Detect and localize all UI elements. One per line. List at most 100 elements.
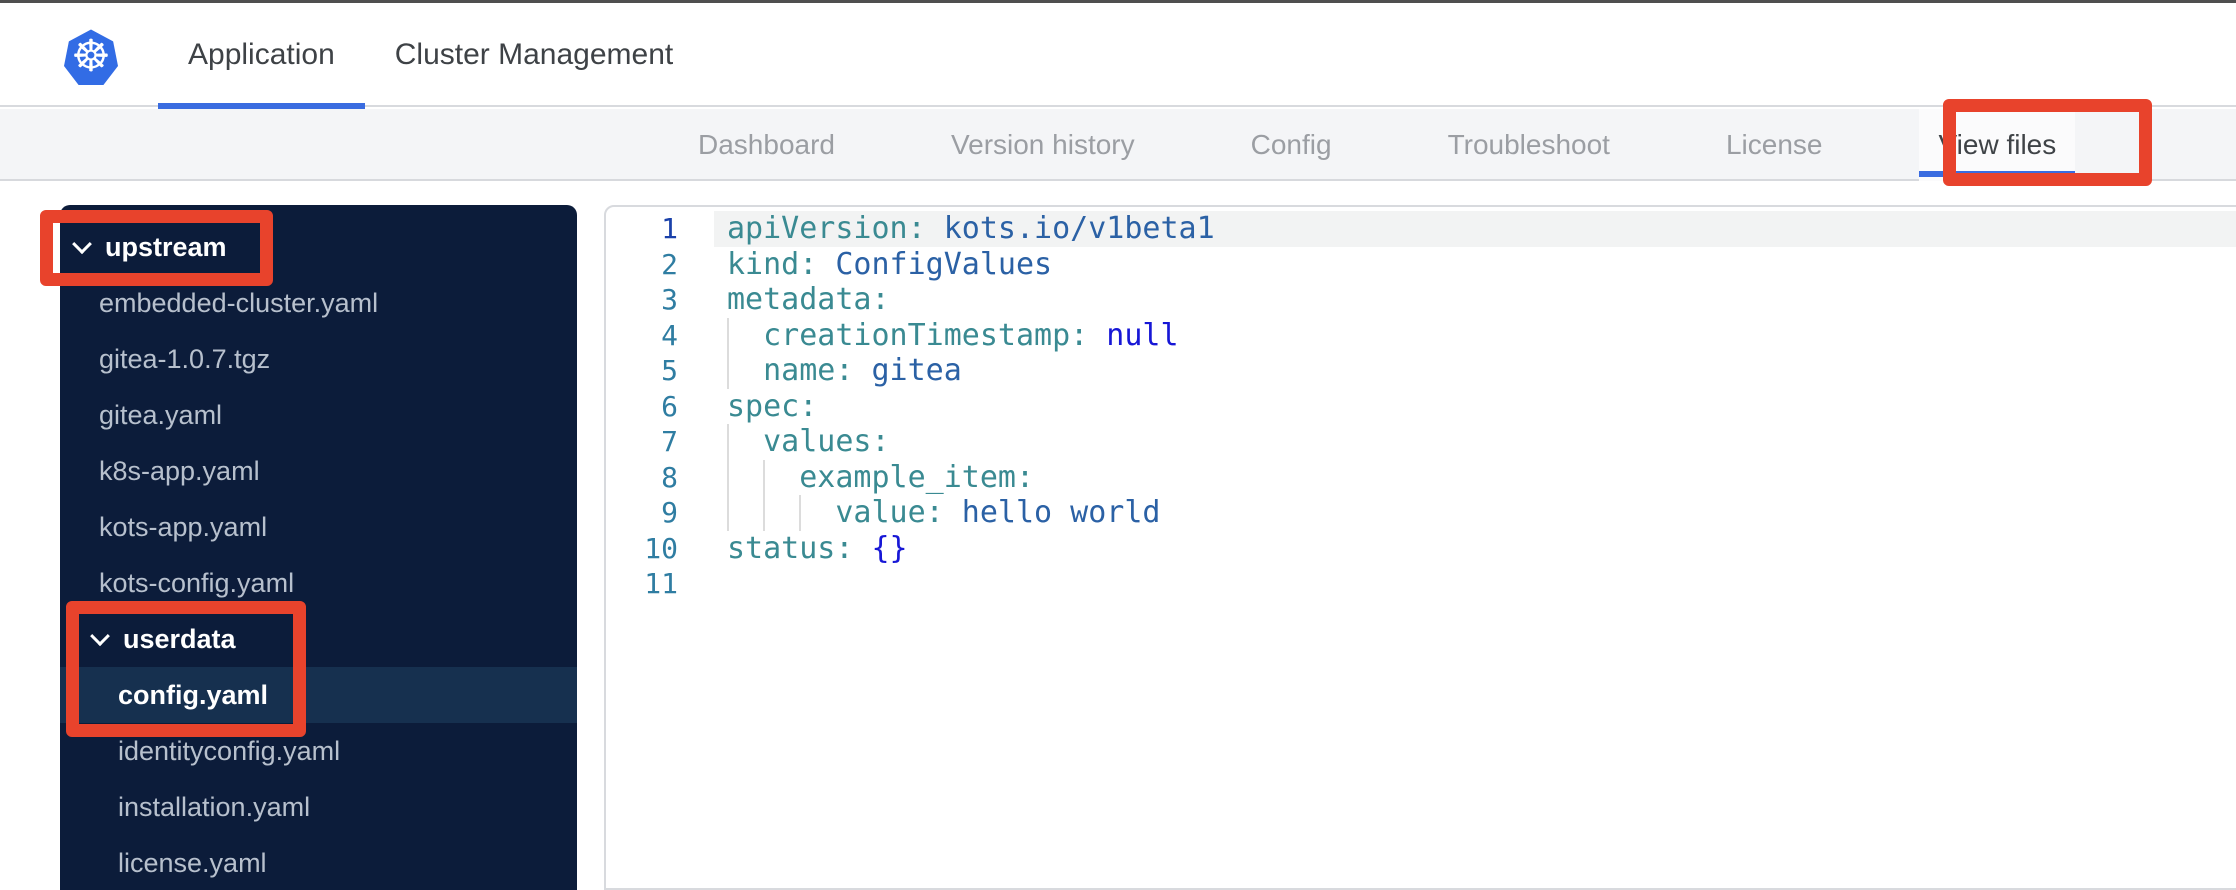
code-segment: name: <box>763 353 854 388</box>
indent-guide <box>727 495 729 531</box>
tree-item-label: license.yaml <box>118 847 267 878</box>
line-number: 5 <box>661 354 678 387</box>
subnav-tab-license[interactable]: License <box>1707 109 1842 181</box>
subnav-tab-config[interactable]: Config <box>1232 109 1351 181</box>
indent-guide <box>727 317 729 353</box>
subnav-tab-troubleshoot[interactable]: Troubleshoot <box>1429 109 1629 181</box>
indent-guide <box>727 424 729 460</box>
line-number: 10 <box>644 531 678 565</box>
subnav-tab-version-history[interactable]: Version history <box>932 109 1154 181</box>
code-segment: creationTimestamp: <box>763 317 1089 353</box>
tree-file-kots-app-yaml[interactable]: kots-app.yaml <box>60 499 577 555</box>
file-tree-sidebar: upstream embedded-cluster.yaml gitea-1.0.7… <box>60 205 577 890</box>
tree-item-label: kots-config.yaml <box>99 567 295 598</box>
code-segment: ConfigValues <box>817 246 1053 282</box>
code-segment: apiVersion: <box>727 211 926 246</box>
app-subnav: Dashboard Version history Config Troublesho… <box>0 109 2236 181</box>
code-text[interactable] <box>714 566 2236 602</box>
code-text[interactable]: status: {} <box>714 531 2236 567</box>
code-segment: metadata: <box>727 282 890 317</box>
header-tab-cluster-management[interactable]: Cluster Management <box>365 3 703 107</box>
tree-file-license-yaml[interactable]: license.yaml <box>60 835 577 890</box>
code-segment: values: <box>763 424 890 459</box>
code-text[interactable]: spec: <box>714 389 2236 425</box>
code-text[interactable]: values: <box>714 424 2236 460</box>
tree-item-label: k8s-app.yaml <box>99 455 260 486</box>
code-text[interactable]: apiVersion: kots.io/v1beta1 <box>714 211 2236 247</box>
code-line-5[interactable]: 5 name: gitea <box>606 353 2236 389</box>
indent-guide <box>763 459 766 495</box>
tree-file-kots-config-yaml[interactable]: kots-config.yaml <box>60 555 577 611</box>
line-number: 4 <box>661 318 678 352</box>
tree-item-label: gitea-1.0.7.tgz <box>99 343 271 374</box>
tree-item-label: userdata <box>123 623 236 654</box>
code-line-11[interactable]: 11 <box>606 566 2236 602</box>
code-line-4[interactable]: 4 creationTimestamp: null <box>606 317 2236 353</box>
tree-file-identityconfig-yaml[interactable]: identityconfig.yaml <box>60 723 577 779</box>
code-line-6[interactable]: 6 spec: <box>606 389 2236 425</box>
line-number: 9 <box>661 496 678 529</box>
app-header: ☸ Application Cluster Management <box>0 3 2236 109</box>
code-text[interactable]: value: hello world <box>714 495 2236 531</box>
tree-file-config-yaml[interactable]: config.yaml <box>60 667 577 723</box>
tree-item-label: upstream <box>105 231 227 262</box>
indent-guide <box>727 353 729 389</box>
code-line-9[interactable]: 9 value: hello world <box>606 495 2236 531</box>
tree-item-label: identityconfig.yaml <box>118 735 341 766</box>
tree-item-label: embedded-cluster.yaml <box>99 287 379 318</box>
tree-item-label: config.yaml <box>118 679 269 710</box>
tree-file-embedded-cluster-yaml[interactable]: embedded-cluster.yaml <box>60 275 577 331</box>
line-number: 2 <box>661 247 678 281</box>
code-segment: status: <box>727 530 854 566</box>
code-line-3[interactable]: 3 metadata: <box>606 282 2236 318</box>
code-line-8[interactable]: 8 example_item: <box>606 459 2236 495</box>
line-number: 3 <box>661 283 678 316</box>
tree-file-k8s-app-yaml[interactable]: k8s-app.yaml <box>60 443 577 499</box>
line-number: 1 <box>661 212 678 245</box>
code-segment: spec: <box>727 388 818 424</box>
tree-file-gitea-1-0-7-tgz[interactable]: gitea-1.0.7.tgz <box>60 331 577 387</box>
code-line-2[interactable]: 2 kind: ConfigValues <box>606 247 2236 283</box>
code-segment: gitea <box>853 353 962 388</box>
subnav-tab-dashboard[interactable]: Dashboard <box>679 109 854 181</box>
code-text[interactable]: kind: ConfigValues <box>714 247 2236 283</box>
code-text[interactable]: example_item: <box>714 459 2236 495</box>
code-text[interactable]: metadata: <box>714 282 2236 318</box>
tree-file-gitea-yaml[interactable]: gitea.yaml <box>60 387 577 443</box>
code-segment: kots.io/v1beta1 <box>925 211 1215 246</box>
code-segment: null <box>1088 317 1179 353</box>
code-segment: value: <box>835 495 944 530</box>
header-tabs: Application Cluster Management <box>158 3 703 109</box>
kubernetes-logo-icon: ☸ <box>64 29 118 85</box>
header-tab-application[interactable]: Application <box>158 3 365 109</box>
tree-item-label: kots-app.yaml <box>99 511 268 542</box>
code-segment: {} <box>853 530 908 566</box>
code-segment: kind: <box>727 246 818 282</box>
code-text[interactable]: name: gitea <box>714 353 2236 389</box>
line-number: 7 <box>661 425 678 458</box>
line-number: 6 <box>661 389 678 423</box>
tree-folder-userdata[interactable]: userdata <box>60 611 577 667</box>
tree-item-label: installation.yaml <box>118 791 311 822</box>
tree-item-label: gitea.yaml <box>99 399 223 430</box>
chevron-down-icon[interactable] <box>90 626 110 647</box>
kots-admin-console: ☸ Application Cluster Management Dashboar… <box>0 0 2236 890</box>
tree-folder-upstream[interactable]: upstream <box>60 219 577 275</box>
chevron-down-icon[interactable] <box>72 234 92 255</box>
line-number: 8 <box>661 460 678 494</box>
indent-guide <box>727 459 729 495</box>
indent-guide <box>763 495 766 531</box>
indent-guide <box>799 495 802 531</box>
yaml-file-viewer: 1 apiVersion: kots.io/v1beta1 2 kind: Confi… <box>604 205 2236 890</box>
code-line-7[interactable]: 7 values: <box>606 424 2236 460</box>
tree-file-installation-yaml[interactable]: installation.yaml <box>60 779 577 835</box>
line-number: 11 <box>644 567 678 600</box>
code-text[interactable]: creationTimestamp: null <box>714 317 2236 353</box>
code-segment: example_item: <box>799 459 1035 495</box>
subnav-tab-view-files[interactable]: View files <box>1919 109 2076 181</box>
code-line-1[interactable]: 1 apiVersion: kots.io/v1beta1 <box>606 211 2236 247</box>
code-line-10[interactable]: 10 status: {} <box>606 531 2236 567</box>
